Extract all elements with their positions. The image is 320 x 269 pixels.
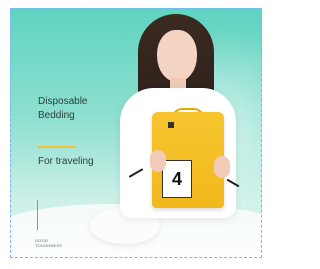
footer-caption-line2: TOUGHNESS	[35, 243, 63, 248]
tagline: For traveling	[38, 156, 94, 167]
product-title: Disposable Bedding	[38, 95, 118, 123]
accent-divider	[38, 146, 76, 148]
package-logo-icon	[168, 122, 174, 128]
model-hand-right	[214, 156, 230, 178]
product-title-line1: Disposable	[38, 96, 88, 107]
footer-caption: GOOD TOUGHNESS	[35, 238, 62, 248]
model-face	[157, 30, 197, 82]
model-hand-left	[150, 150, 166, 172]
product-title-line2: Bedding	[38, 110, 75, 121]
vertical-divider	[37, 200, 38, 230]
package-number: 4	[162, 160, 192, 198]
package-fine-print	[200, 138, 218, 158]
